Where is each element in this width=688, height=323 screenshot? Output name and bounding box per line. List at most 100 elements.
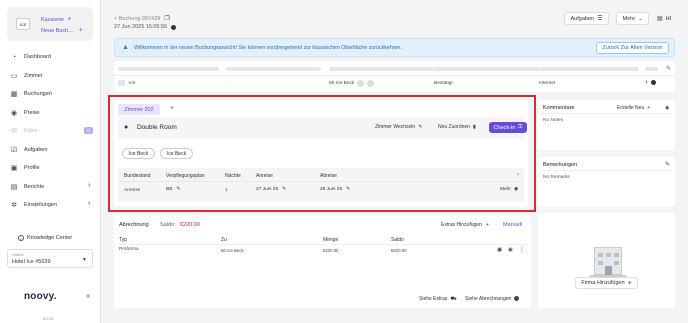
- sidebar-item-profile[interactable]: ▣ Profile: [10, 163, 40, 173]
- sidebar-item-berichte[interactable]: ▤ Berichte ›: [10, 182, 91, 192]
- balance-label: Saldo:: [160, 222, 176, 228]
- knowledge-center-link[interactable]: i Knowledge Center: [18, 235, 72, 241]
- sidebar-item-zimmer[interactable]: ▭ Zimmer: [10, 71, 43, 81]
- billing-divider: [118, 244, 527, 245]
- collapse-sidebar-icon[interactable]: «: [86, 293, 90, 300]
- hotel-selected-value: Hotel Ice #5039: [12, 259, 51, 265]
- price-icon: ◉: [10, 109, 18, 117]
- count-value: 1: [645, 80, 648, 85]
- plus-icon: +: [627, 279, 632, 287]
- back-link[interactable]: < Buchung 997429 ❐: [114, 15, 170, 23]
- reports-icon: ▤: [10, 183, 18, 191]
- departure-cell[interactable]: 28 Juni 25 ✎: [320, 187, 350, 192]
- add-company-button[interactable]: Firma Hinzufügen +: [575, 277, 638, 289]
- board-cell[interactable]: BB ✎: [166, 187, 180, 192]
- comments-divider: [542, 113, 671, 114]
- comments-title: Kommentare: [543, 105, 575, 111]
- column-header: Abreise: [320, 173, 337, 179]
- kebab-menu-icon[interactable]: ⋮: [519, 246, 525, 253]
- copy-icon[interactable]: ❐: [164, 15, 169, 22]
- departure-value: 28 Juni 25: [320, 187, 343, 192]
- bed-icon: ▭: [10, 72, 18, 80]
- sidebar-item-einstellungen[interactable]: ✲ Einstellungen ›: [10, 200, 90, 210]
- plus-icon: +: [485, 222, 489, 228]
- guest-chip[interactable]: Ice Beck: [160, 148, 193, 159]
- add-room-tab-button[interactable]: +: [170, 105, 174, 112]
- sidebar-item-label: Aufgaben: [24, 147, 48, 153]
- sidebar-item-label: Dashboard: [24, 54, 51, 60]
- print-icon[interactable]: ▣: [497, 247, 502, 253]
- room-section: Zimmer 202 + ● Double Room Zimmer Wechse…: [114, 100, 528, 207]
- column-header: Bundesland: [124, 173, 151, 179]
- reassign-label: Neu Zuordnen: [438, 124, 470, 130]
- board-value: BB: [166, 187, 173, 192]
- room-type: Double Room: [137, 124, 177, 131]
- more-details-button[interactable]: Mehr ◉: [500, 187, 518, 192]
- sidebar-item-label: Zimmer: [24, 73, 43, 79]
- sidebar-item-label: Inbox: [24, 128, 38, 134]
- back-to-old-version-button[interactable]: Zurück Zur Alten Version: [596, 42, 669, 54]
- cashier-link[interactable]: Kassierer +: [41, 16, 71, 23]
- guest-chip[interactable]: Ice Beck: [122, 148, 155, 159]
- tasks-icon: ☑: [10, 146, 18, 154]
- edit-icon[interactable]: ✎: [666, 65, 671, 72]
- eye-icon[interactable]: ◉: [665, 105, 669, 111]
- count-cell: 1: [645, 80, 656, 85]
- sidebar-item-buchungen[interactable]: ▦ Buchungen: [10, 89, 52, 99]
- placeholder-bar: [118, 67, 219, 71]
- logo: noovy.: [24, 291, 57, 302]
- guest-avatar-icon: [357, 80, 365, 87]
- add-extras-button[interactable]: Extras Hinzufügen +: [441, 222, 489, 228]
- remarks-card: Bemerkungen ✎ No Remarks: [538, 157, 675, 207]
- eye-icon: ◉: [513, 187, 519, 192]
- see-billings-label: Siehe Abrechnungen: [465, 296, 512, 302]
- hotel-select[interactable]: Hotels Hotel Ice #5039 ▼: [7, 249, 93, 268]
- eye-icon[interactable]: ◉: [508, 247, 513, 253]
- more-button[interactable]: Mehr ⌄: [616, 12, 649, 25]
- guest-name: Mr Ice Beck: [329, 81, 355, 86]
- new-booking-link[interactable]: Neue Buch... +: [41, 27, 83, 34]
- clock-icon: [171, 24, 177, 30]
- sidebar-item-label: Einstellungen: [24, 202, 58, 208]
- calendar-icon: ▦: [10, 90, 18, 98]
- table-divider: [118, 181, 524, 182]
- edit-icon[interactable]: ✎: [665, 161, 670, 168]
- create-comment-button[interactable]: Erstelle Neu +: [617, 105, 650, 111]
- checkin-button[interactable]: Check-in ⚿: [489, 122, 527, 133]
- change-room-button[interactable]: Zimmer Wechseln ✎: [375, 124, 422, 130]
- version-label: vn.ss: [43, 316, 54, 321]
- info-icon: i: [18, 235, 24, 241]
- placeholder-bar: [539, 67, 639, 71]
- new-booking-label: Neue Buch...: [41, 27, 73, 34]
- manual-link[interactable]: Manuell: [503, 222, 522, 228]
- tab-room-202[interactable]: Zimmer 202: [118, 104, 160, 115]
- company-cell: Ice: [118, 80, 135, 86]
- company-logo-icon: [118, 80, 125, 86]
- see-billings-button[interactable]: Siehe Abrechnungen: [465, 296, 520, 302]
- hotel-avatar-icon: ICE: [19, 21, 27, 27]
- sidebar-item-preise[interactable]: ◉ Preise: [10, 108, 40, 118]
- balance-value: €220.00: [180, 222, 200, 228]
- placeholder-bar: [434, 67, 539, 71]
- sidebar-item-inbox[interactable]: ✉ Inbox 0: [10, 126, 93, 136]
- guest-cell: Mr Ice Beck: [329, 80, 375, 87]
- cashier-label: Kassierer: [41, 16, 65, 23]
- billing-amount-value: €220.00: [323, 248, 339, 253]
- user-menu[interactable]: ▤ HI: [657, 15, 671, 23]
- see-extras-button[interactable]: Siehe Extras ⛟: [419, 296, 457, 303]
- arrival-cell[interactable]: 27 Juni 25 ✎: [256, 187, 286, 192]
- door-icon: ▮: [472, 124, 476, 130]
- column-header: Menge: [323, 237, 339, 243]
- tasks-button[interactable]: Aufgaben ☰: [564, 12, 609, 25]
- collapse-icon[interactable]: ›: [517, 172, 519, 178]
- reassign-button[interactable]: Neu Zuordnen ▮: [438, 124, 476, 130]
- sidebar-item-aufgaben[interactable]: ☑ Aufgaben: [10, 145, 48, 155]
- inbox-icon: ✉: [11, 127, 17, 135]
- billing-balance-value: €220.00: [391, 248, 407, 253]
- sidebar-item-label: Preise: [24, 110, 40, 116]
- caret-down-icon: ▼: [82, 257, 87, 263]
- user-icon: ▤: [657, 16, 663, 22]
- dashboard-icon: ◔: [11, 53, 17, 61]
- company-name: Ice: [129, 80, 136, 86]
- sidebar-item-dashboard[interactable]: ◔ Dashboard: [10, 52, 51, 62]
